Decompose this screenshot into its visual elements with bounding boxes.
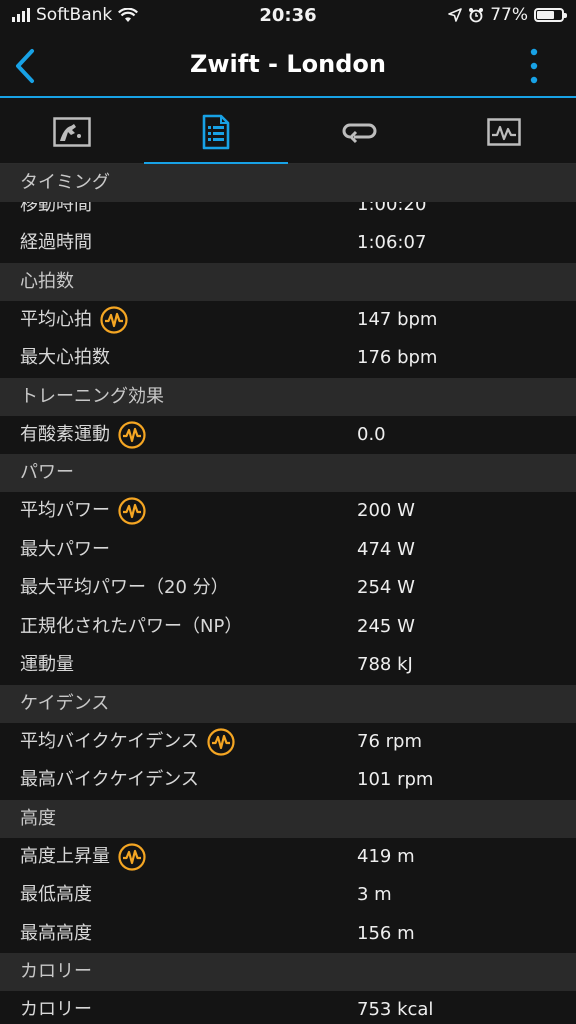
overview-icon: [53, 117, 91, 147]
stats-list[interactable]: タイミング 移動時間 1:00:20 経過時間 1:06:07 心拍数 平均心拍…: [0, 164, 576, 1024]
stat-row-max-avg-power-20min: 最大平均パワー（20 分） 254 W: [0, 569, 576, 608]
section-header-training-effect: トレーニング効果: [0, 377, 576, 416]
stat-label: 移動時間: [20, 202, 92, 215]
laps-icon: [342, 123, 377, 144]
stat-row-max-heart-rate: 最大心拍数 176 bpm: [0, 339, 576, 378]
stat-row-elevation-gain[interactable]: 高度上昇量 419 m: [0, 838, 576, 877]
stat-row-calories: カロリー 753 kcal: [0, 991, 576, 1024]
status-right: 77%: [448, 5, 567, 25]
stat-value: 753 kcal: [357, 999, 434, 1020]
section-header-cadence: ケイデンス: [0, 684, 576, 723]
tab-stats[interactable]: [144, 100, 288, 165]
stat-value: 156 m: [357, 922, 415, 944]
stat-label: 最高バイクケイデンス: [20, 769, 199, 790]
stat-label: 最大パワー: [20, 538, 110, 560]
stat-value: 474 W: [357, 538, 415, 560]
battery-icon: [534, 8, 567, 22]
stat-value: 3 m: [357, 884, 392, 905]
stat-label: カロリー: [20, 999, 92, 1020]
charts-icon: [487, 118, 521, 146]
stat-row-max-cadence: 最高バイクケイデンス 101 rpm: [0, 761, 576, 800]
stat-label: 最大平均パワー（20 分）: [20, 577, 229, 598]
stat-row-elapsed-time: 経過時間 1:06:07: [0, 224, 576, 263]
alarm-icon: [469, 8, 484, 23]
tab-laps[interactable]: [288, 100, 432, 164]
stat-label: 平均パワー: [20, 500, 110, 521]
performance-badge-icon[interactable]: [118, 497, 146, 525]
stat-value: 254 W: [357, 577, 415, 598]
stat-label: 最高高度: [20, 922, 92, 944]
stat-value: 788 kJ: [357, 654, 413, 675]
tab-charts[interactable]: [432, 100, 576, 164]
section-header-heart-rate: 心拍数: [0, 262, 576, 301]
stats-icon: [202, 114, 230, 150]
stat-value: 101 rpm: [357, 769, 434, 790]
location-arrow-icon: [448, 8, 463, 22]
stat-label: 運動量: [20, 654, 74, 675]
activity-title: Zwift - London: [189, 50, 386, 78]
stat-value: 0.0: [357, 423, 386, 445]
tab-overview[interactable]: [0, 100, 144, 164]
stat-row-max-elevation: 最高高度 156 m: [0, 915, 576, 954]
navigation-bar: Zwift - London: [0, 34, 576, 98]
stat-label: 平均バイクケイデンス: [20, 730, 199, 752]
status-bar: SoftBank 20:36 77%: [0, 0, 576, 34]
stat-value: 200 W: [357, 500, 415, 521]
stat-label: 有酸素運動: [20, 423, 110, 445]
stat-label: 正規化されたパワー（NP）: [20, 615, 243, 637]
stat-value: 176 bpm: [357, 347, 438, 368]
section-header-power: パワー: [0, 454, 576, 492]
more-options-icon[interactable]: [530, 48, 538, 84]
stat-label: 最大心拍数: [20, 347, 110, 368]
stat-row-max-power: 最大パワー 474 W: [0, 531, 576, 570]
stat-row-work: 運動量 788 kJ: [0, 646, 576, 685]
battery-percent: 77%: [490, 5, 528, 25]
section-header-timing: タイミング: [0, 164, 576, 202]
stat-value: 76 rpm: [357, 730, 422, 752]
stat-row-avg-cadence[interactable]: 平均バイクケイデンス 76 rpm: [0, 723, 576, 762]
stat-label: 最低高度: [20, 884, 92, 905]
stat-value: 245 W: [357, 615, 415, 637]
stat-row-avg-power[interactable]: 平均パワー 200 W: [0, 492, 576, 531]
performance-badge-icon[interactable]: [207, 728, 235, 756]
section-header-elevation: 高度: [0, 799, 576, 838]
stat-label: 高度上昇量: [20, 845, 110, 867]
stat-row-normalized-power: 正規化されたパワー（NP） 245 W: [0, 608, 576, 647]
stat-value: 1:06:07: [357, 232, 427, 253]
stat-value: 147 bpm: [357, 308, 438, 330]
stat-label: 平均心拍: [20, 308, 92, 330]
stat-row-aerobic[interactable]: 有酸素運動 0.0: [0, 416, 576, 455]
stat-row-moving-time: 移動時間 1:00:20: [0, 202, 576, 224]
performance-badge-icon[interactable]: [118, 421, 146, 449]
stat-row-min-elevation: 最低高度 3 m: [0, 876, 576, 915]
performance-badge-icon[interactable]: [118, 843, 146, 871]
stat-value: 1:00:20: [357, 202, 427, 215]
section-header-calories: カロリー: [0, 953, 576, 991]
performance-badge-icon[interactable]: [100, 306, 128, 334]
stat-row-avg-heart-rate[interactable]: 平均心拍 147 bpm: [0, 301, 576, 340]
stat-value: 419 m: [357, 845, 415, 867]
stat-label: 経過時間: [20, 232, 92, 253]
tab-bar: [0, 100, 576, 165]
